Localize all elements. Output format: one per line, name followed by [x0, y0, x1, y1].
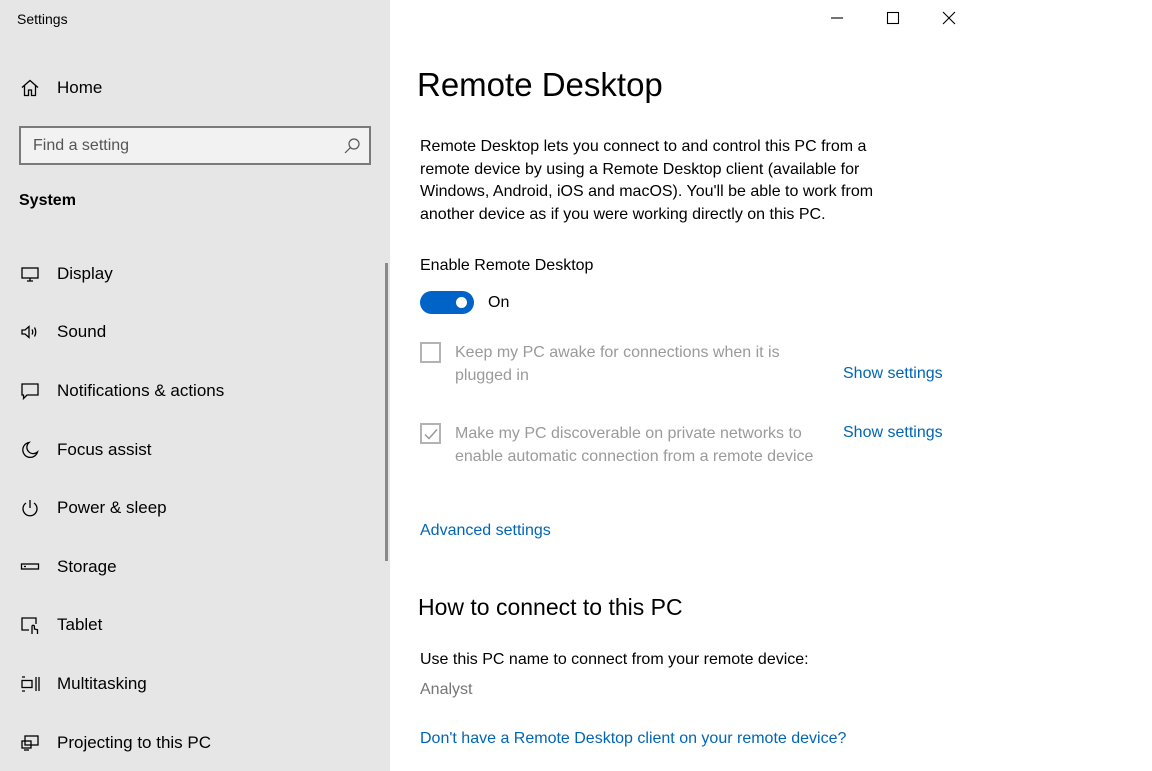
- maximize-icon: [886, 11, 900, 25]
- display-icon: [19, 263, 41, 285]
- pc-name-label: Use this PC name to connect from your re…: [420, 651, 809, 668]
- search-icon[interactable]: [343, 137, 361, 155]
- discoverable-checkbox[interactable]: [420, 423, 441, 444]
- sidebar-item-notifications[interactable]: Notifications & actions: [0, 369, 385, 413]
- get-client-link[interactable]: Don't have a Remote Desktop client on yo…: [420, 730, 846, 748]
- search-box[interactable]: [19, 126, 371, 165]
- sidebar-item-label: Tablet: [57, 615, 103, 634]
- how-to-connect-heading: How to connect to this PC: [418, 594, 683, 620]
- sidebar-item-label: Notifications & actions: [57, 381, 225, 400]
- sidebar-item-display[interactable]: Display: [0, 252, 385, 296]
- discoverable-label: Make my PC discoverable on private netwo…: [455, 425, 814, 465]
- projecting-icon: [19, 732, 41, 754]
- sidebar-item-label: Storage: [57, 557, 117, 576]
- close-button[interactable]: [921, 0, 977, 36]
- toggle-knob: [456, 297, 467, 308]
- home-label: Home: [57, 78, 103, 97]
- power-icon: [19, 497, 41, 519]
- minimize-button[interactable]: [809, 0, 865, 36]
- pc-name-value: Analyst: [420, 681, 473, 698]
- app-title: Settings: [17, 11, 68, 27]
- tablet-icon: [19, 614, 41, 636]
- sidebar-item-label: Power & sleep: [57, 498, 167, 517]
- moon-icon: [19, 439, 41, 461]
- sidebar-item-focus-assist[interactable]: Focus assist: [0, 428, 385, 472]
- enable-remote-desktop-toggle[interactable]: [420, 291, 474, 314]
- sidebar-scrollbar[interactable]: [385, 263, 388, 561]
- search-input[interactable]: [33, 128, 333, 163]
- keep-awake-label: Keep my PC awake for connections when it…: [455, 344, 780, 384]
- maximize-button[interactable]: [865, 0, 921, 36]
- keep-awake-checkbox[interactable]: [420, 342, 441, 363]
- keep-awake-show-settings-link[interactable]: Show settings: [843, 365, 943, 383]
- sidebar-item-tablet[interactable]: Tablet: [0, 603, 385, 647]
- sidebar-item-multitasking[interactable]: Multitasking: [0, 662, 385, 706]
- notifications-icon: [19, 380, 41, 402]
- sound-icon: [19, 321, 41, 343]
- sidebar-item-power-sleep[interactable]: Power & sleep: [0, 486, 385, 530]
- sidebar-item-label: Sound: [57, 322, 107, 341]
- nav-home[interactable]: Home: [0, 70, 390, 106]
- sidebar-item-projecting[interactable]: Projecting to this PC: [0, 721, 385, 765]
- settings-window: Settings Home System Display Sound: [0, 0, 1152, 771]
- sidebar-item-label: Display: [57, 264, 113, 283]
- advanced-settings-link[interactable]: Advanced settings: [420, 522, 551, 540]
- storage-icon: [19, 556, 41, 578]
- sidebar-item-sound[interactable]: Sound: [0, 310, 385, 354]
- enable-remote-desktop-label: Enable Remote Desktop: [420, 257, 594, 274]
- minimize-icon: [831, 17, 843, 19]
- sidebar-item-label: Focus assist: [57, 440, 152, 459]
- sidebar-item-label: Multitasking: [57, 674, 147, 693]
- multitasking-icon: [19, 673, 41, 695]
- sidebar-item-storage[interactable]: Storage: [0, 545, 385, 589]
- page-description: Remote Desktop lets you connect to and c…: [420, 138, 874, 223]
- page-title: Remote Desktop: [417, 66, 663, 103]
- section-heading-system: System: [19, 192, 76, 209]
- sidebar: Settings Home System Display Sound: [0, 0, 390, 771]
- discoverable-show-settings-link[interactable]: Show settings: [843, 424, 943, 442]
- sidebar-item-label: Projecting to this PC: [57, 733, 212, 752]
- home-icon: [19, 77, 41, 99]
- close-icon: [942, 11, 956, 25]
- toggle-state-label: On: [488, 294, 510, 311]
- checkmark-icon: [424, 429, 438, 440]
